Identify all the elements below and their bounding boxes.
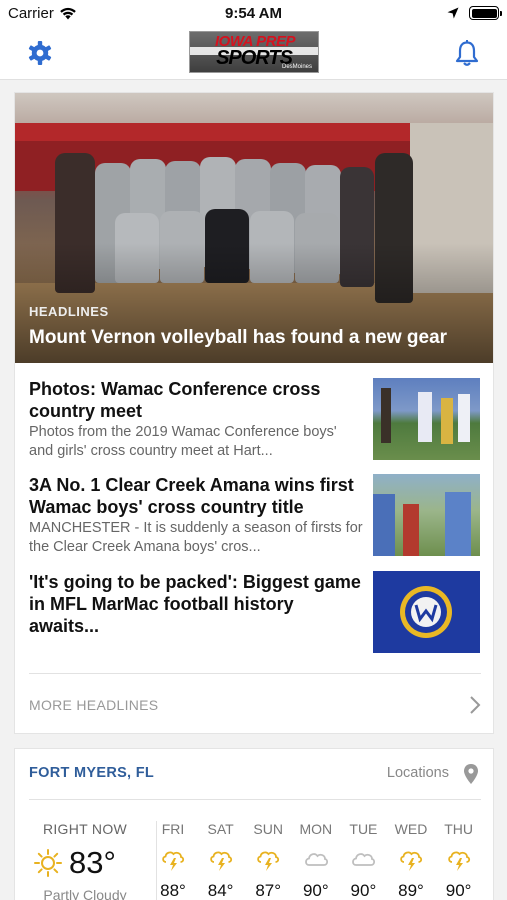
hero-title: Mount Vernon volleyball has found a new … <box>29 327 448 348</box>
story-description: MANCHESTER - It is suddenly a season of … <box>29 520 363 555</box>
weather-card: FORT MYERS, FL Locations RIGHT NOW 83° P… <box>14 748 494 900</box>
team-logo-image <box>400 586 452 638</box>
forecast-temperature: 90° <box>445 881 472 900</box>
forecast-day-name: MON <box>299 821 333 837</box>
forecast-day-name: SAT <box>207 821 234 837</box>
location-arrow-icon <box>447 7 459 19</box>
app-logo: IOWA PREP SPORTS DesMoines <box>189 31 319 73</box>
story-title: 3A No. 1 Clear Creek Amana wins first Wa… <box>29 475 354 517</box>
current-condition: Partly Cloudy <box>43 887 127 900</box>
battery-icon <box>469 6 502 20</box>
forecast-day-name: WED <box>394 821 428 837</box>
cloud-icon <box>339 845 387 873</box>
story-thumbnail <box>373 474 480 556</box>
forecast-temperature: 88° <box>160 881 186 900</box>
forecast-day-name: SUN <box>253 821 283 837</box>
forecast-temperature: 84° <box>207 881 234 900</box>
cloud-icon <box>292 845 340 873</box>
forecast-day: TUE 90° <box>339 821 387 900</box>
locations-button[interactable]: Locations <box>387 765 449 781</box>
story-description: Photos from the 2019 Wamac Conference bo… <box>29 424 337 459</box>
story-thumbnail <box>373 571 480 653</box>
story-title: 'It's going to be packed': Biggest game … <box>29 572 361 636</box>
thunderstorm-icon <box>387 845 435 873</box>
gear-icon <box>28 41 52 65</box>
app-header: IOWA PREP SPORTS DesMoines <box>0 28 507 80</box>
more-headlines-label: MORE HEADLINES <box>29 697 159 713</box>
sun-icon <box>34 849 62 877</box>
current-temperature: 83° <box>69 845 116 880</box>
map-pin-icon[interactable] <box>463 763 479 785</box>
thunderstorm-icon <box>149 845 197 873</box>
weather-city[interactable]: FORT MYERS, FL <box>29 765 154 781</box>
headlines-card: HEADLINES Mount Vernon volleyball has fo… <box>14 92 494 734</box>
forecast-day: FRI 88° <box>149 821 197 900</box>
status-time: 9:54 AM <box>225 5 282 22</box>
status-bar: Carrier 9:54 AM <box>0 0 507 28</box>
more-headlines-link[interactable]: MORE HEADLINES <box>29 673 481 733</box>
forecast-day-name: THU <box>444 821 473 837</box>
hero-kicker: HEADLINES <box>29 304 109 319</box>
forecast-day-name: FRI <box>161 821 185 837</box>
bell-icon <box>455 40 479 66</box>
logo-tagline: DesMoines <box>281 64 312 70</box>
forecast-temperature: 87° <box>255 881 282 900</box>
forecast-day: SAT 84° <box>197 821 245 900</box>
thunderstorm-icon <box>197 845 245 873</box>
current-weather: RIGHT NOW 83° Partly Cloudy <box>29 821 141 900</box>
story-thumbnail <box>373 378 480 460</box>
notifications-button[interactable] <box>452 38 482 68</box>
right-now-label: RIGHT NOW <box>42 821 128 837</box>
forecast-day: MON 90° <box>292 821 340 900</box>
thunderstorm-icon <box>244 845 292 873</box>
forecast-day: SUN 87° <box>244 821 292 900</box>
forecast-temperature: 90° <box>350 881 377 900</box>
forecast-day: WED 89° <box>387 821 435 900</box>
thunderstorm-icon <box>435 845 483 873</box>
story-item[interactable]: Photos: Wamac Conference cross country m… <box>15 378 493 468</box>
story-title: Photos: Wamac Conference cross country m… <box>29 379 321 421</box>
hero-story[interactable]: HEADLINES Mount Vernon volleyball has fo… <box>15 93 493 363</box>
status-right-group <box>447 6 502 20</box>
forecast-day: THU 90° <box>435 821 483 900</box>
story-item[interactable]: 'It's going to be packed': Biggest game … <box>15 571 493 661</box>
story-item[interactable]: 3A No. 1 Clear Creek Amana wins first Wa… <box>15 474 493 564</box>
forecast-temperature: 90° <box>302 881 329 900</box>
settings-button[interactable] <box>25 38 55 68</box>
forecast-temperature: 89° <box>398 881 424 900</box>
chevron-right-icon <box>470 696 481 714</box>
forecast-day-name: TUE <box>349 821 378 837</box>
